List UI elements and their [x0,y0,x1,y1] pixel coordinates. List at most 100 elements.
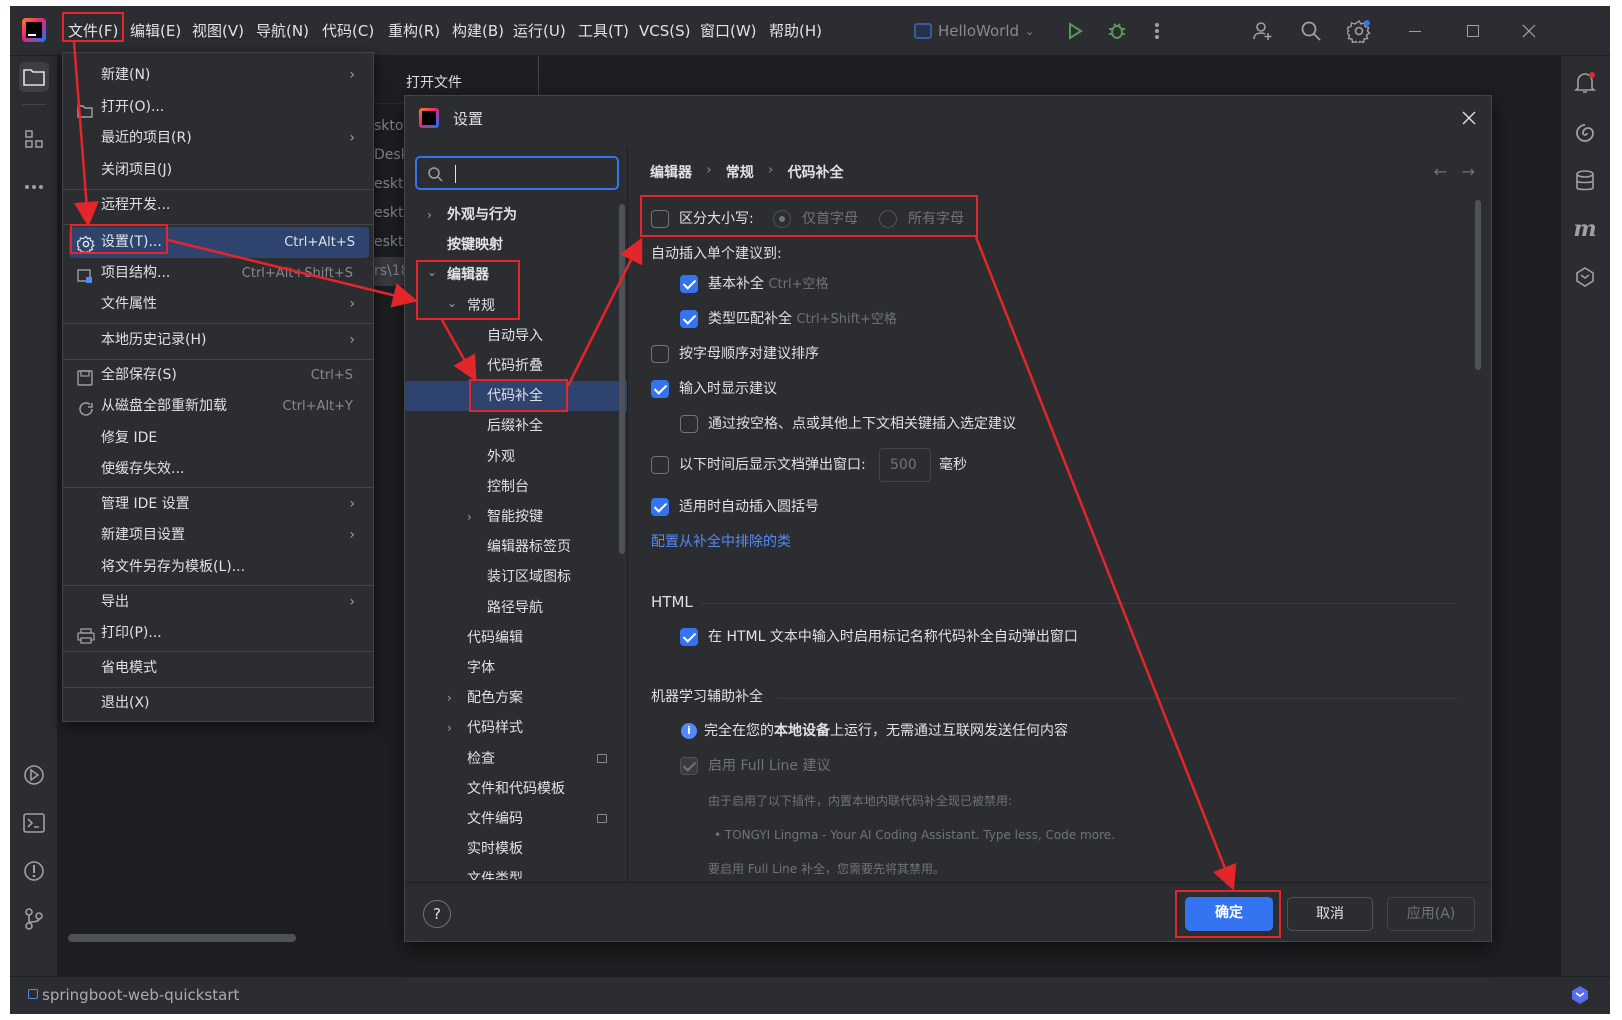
database-icon[interactable] [1570,166,1600,196]
tree-item[interactable]: 按键映射 [405,230,627,260]
html-autopopup-checkbox[interactable] [680,628,698,646]
doc-popup-delay-input[interactable]: 500 [879,448,931,482]
more-tools-icon[interactable] [19,172,49,202]
type-match-checkbox[interactable] [680,310,698,328]
menu-item-save-all[interactable]: 全部保存(S) Ctrl+S [63,360,373,391]
menu-item-open[interactable]: 打开(O)... [63,92,373,123]
menu-item-exit[interactable]: 退出(X) [63,688,373,719]
lingma-icon[interactable] [1570,262,1600,292]
breadcrumb-item[interactable]: 常规 [726,162,754,182]
back-arrow-icon[interactable]: ← [1434,162,1447,181]
app-logo[interactable] [22,18,46,42]
cancel-button[interactable]: 取消 [1287,897,1373,931]
settings-search-input[interactable] [415,156,619,190]
auto-parens-checkbox[interactable] [651,498,669,516]
maximize-icon[interactable] [1458,16,1488,46]
tree-item[interactable]: › 配色方案 [405,683,627,713]
close-dialog-icon[interactable] [1461,110,1477,126]
menu-item-new-project-settings[interactable]: 新建项目设置 › [63,520,373,551]
menu-code[interactable]: 代码(C) [322,6,374,56]
more-actions-icon[interactable] [1142,16,1172,46]
tree-item[interactable]: 控制台 [405,472,627,502]
menu-view[interactable]: 视图(V) [192,6,244,56]
doc-popup-checkbox[interactable] [651,456,669,474]
tree-item[interactable]: 代码折叠 [405,351,627,381]
tree-item[interactable]: 文件和代码模板 [405,774,627,804]
search-icon[interactable] [1296,16,1326,46]
run-config-selector[interactable]: HelloWorld ⌄ [914,18,1034,44]
project-folder-icon[interactable] [19,62,49,92]
open-file-tab[interactable]: 打开文件 [406,72,462,92]
breadcrumb-item[interactable]: 编辑器 [650,162,692,182]
menu-navigate[interactable]: 导航(N) [256,6,309,56]
basic-completion-checkbox[interactable] [680,275,698,293]
apply-button[interactable]: 应用(A) [1387,897,1475,931]
tree-item[interactable]: 装订区域图标 [405,562,627,592]
menu-item-save-as-template[interactable]: 将文件另存为模板(L)... [63,552,373,583]
exclude-classes-link[interactable]: 配置从补全中排除的类 [651,531,791,553]
menu-item-invalidate-caches[interactable]: 使缓存失效... [63,454,373,485]
tree-item[interactable]: 外观 [405,442,627,472]
menu-refactor[interactable]: 重构(R) [388,6,440,56]
chevron-right-icon[interactable]: › [447,683,452,713]
tree-item[interactable]: 后缀补全 [405,411,627,441]
tree-item[interactable]: 文件编码 [405,804,627,834]
menu-item-print[interactable]: 打印(P)... [63,618,373,649]
menu-item-project-structure[interactable]: 项目结构... Ctrl+Alt+Shift+S [63,258,373,289]
tree-item[interactable]: 自动导入 [405,321,627,351]
chevron-right-icon[interactable]: › [467,502,472,532]
sort-alpha-checkbox[interactable] [651,345,669,363]
menu-build[interactable]: 构建(B) [452,6,504,56]
menu-tools[interactable]: 工具(T) [578,6,629,56]
menu-item-close-project[interactable]: 关闭项目(J) [63,155,373,186]
run-icon[interactable] [1060,16,1090,46]
horizontal-scrollbar[interactable] [68,934,296,942]
tree-item[interactable]: › 智能按键 [405,502,627,532]
menu-edit[interactable]: 编辑(E) [130,6,181,56]
menu-item-file-properties[interactable]: 文件属性 › [63,289,373,320]
menu-item-recent[interactable]: 最近的项目(R) › [63,123,373,154]
help-button[interactable]: ? [423,900,451,928]
debug-icon[interactable] [1102,16,1132,46]
ai-assistant-icon[interactable] [1570,118,1600,148]
menu-item-remote-dev[interactable]: 远程开发... [63,190,373,221]
git-icon[interactable] [19,904,49,934]
insert-by-space-checkbox[interactable] [680,415,698,433]
full-line-checkbox[interactable] [680,757,698,775]
settings-gear-icon[interactable] [1344,16,1374,46]
tree-scrollbar[interactable] [619,204,625,554]
menu-item-new[interactable]: 新建(N) › [63,60,373,91]
minimize-icon[interactable] [1400,16,1430,46]
menu-item-manage-ide-settings[interactable]: 管理 IDE 设置 › [63,489,373,520]
project-name[interactable]: springboot-web-quickstart [42,986,239,1004]
menu-item-local-history[interactable]: 本地历史记录(H) › [63,325,373,356]
tree-item[interactable]: › 代码样式 [405,713,627,743]
menu-help[interactable]: 帮助(H) [769,6,822,56]
menu-item-repair-ide[interactable]: 修复 IDE [63,423,373,454]
add-user-icon[interactable] [1248,16,1278,46]
menu-vcs[interactable]: VCS(S) [639,6,690,56]
tree-item[interactable]: 实时模板 [405,834,627,864]
terminal-icon[interactable] [19,808,49,838]
tree-item[interactable]: 检查 [405,744,627,774]
chevron-right-icon[interactable]: › [427,200,432,230]
menu-item-export[interactable]: 导出 › [63,587,373,618]
menu-run[interactable]: 运行(U) [513,6,566,56]
menu-item-power-save[interactable]: 省电模式 [63,653,373,684]
tree-item[interactable]: 路径导航 [405,593,627,623]
tree-item[interactable]: 字体 [405,653,627,683]
menu-item-reload-all[interactable]: 从磁盘全部重新加载 Ctrl+Alt+Y [63,391,373,422]
tree-item[interactable]: 编辑器标签页 [405,532,627,562]
services-icon[interactable] [19,760,49,790]
show-while-typing-checkbox[interactable] [651,380,669,398]
close-window-icon[interactable] [1514,16,1544,46]
tree-item[interactable]: 代码编辑 [405,623,627,653]
maven-icon[interactable]: m [1570,214,1600,244]
structure-icon[interactable] [19,124,49,154]
tree-item[interactable]: › 外观与行为 [405,200,627,230]
problems-icon[interactable] [19,856,49,886]
chevron-right-icon[interactable]: › [447,713,452,743]
content-scrollbar[interactable] [1475,200,1481,370]
menu-window[interactable]: 窗口(W) [700,6,757,56]
forward-arrow-icon[interactable]: → [1462,162,1475,181]
